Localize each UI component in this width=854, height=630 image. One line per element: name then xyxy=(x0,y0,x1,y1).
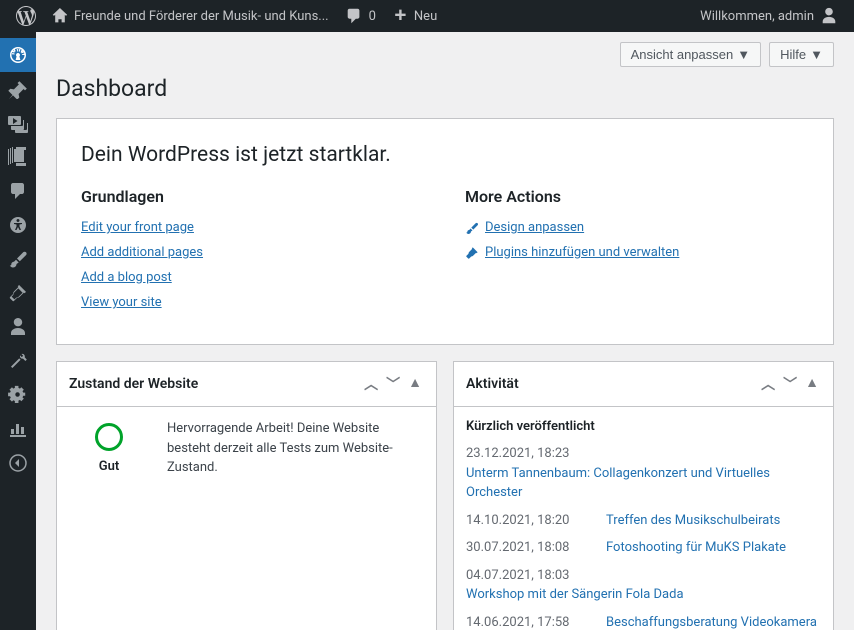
help-button[interactable]: Hilfe ▼ xyxy=(769,42,834,67)
comments-icon xyxy=(8,181,28,201)
pin-icon xyxy=(8,79,28,99)
wordpress-icon xyxy=(16,6,36,26)
activity-header: Aktivität ︿ ﹀ ▲ xyxy=(454,362,833,407)
plugin-icon xyxy=(465,246,479,260)
comment-icon xyxy=(345,7,363,25)
sidebar-item-settings[interactable] xyxy=(0,378,36,412)
link-add-pages[interactable]: Add additional pages xyxy=(81,245,425,260)
link-view-site[interactable]: View your site xyxy=(81,295,425,310)
site-health-status: Gut xyxy=(69,459,149,474)
media-icon xyxy=(8,113,28,133)
activity-post: 30.07.2021, 18:08 Fotoshooting für MuKS P… xyxy=(466,538,821,558)
main-content: Ansicht anpassen ▼ Hilfe ▼ Dashboard Dei… xyxy=(36,32,854,630)
sidebar-item-comments[interactable] xyxy=(0,174,36,208)
welcome-text: Willkommen, admin xyxy=(700,9,814,24)
post-date: 23.12.2021, 18:23 xyxy=(466,444,586,464)
post-date: 14.06.2021, 17:58 xyxy=(466,613,586,630)
welcome-basics-col: Grundlagen Edit your front page Add addi… xyxy=(81,187,425,320)
health-circle-icon xyxy=(95,423,123,451)
welcome-heading: Dein WordPress ist jetzt startklar. xyxy=(81,143,809,167)
post-link[interactable]: Unterm Tannenbaum: Collagenkonzert und V… xyxy=(466,464,821,503)
activity-title: Aktivität xyxy=(466,376,519,392)
wp-logo[interactable] xyxy=(8,0,44,32)
account-link[interactable]: Willkommen, admin xyxy=(692,0,846,32)
site-name-link[interactable]: Freunde und Förderer der Musik- und Kuns… xyxy=(44,0,337,32)
site-health-header: Zustand der Website ︿ ﹀ ▲ xyxy=(57,362,436,407)
user-icon xyxy=(820,7,838,25)
post-date: 04.07.2021, 18:03 xyxy=(466,566,586,586)
site-name-text: Freunde und Förderer der Musik- und Kuns… xyxy=(74,9,329,24)
sidebar-item-appearance[interactable] xyxy=(0,242,36,276)
admin-sidebar xyxy=(0,32,36,630)
admin-toolbar: Freunde und Förderer der Musik- und Kuns… xyxy=(0,0,854,32)
plus-icon xyxy=(392,8,408,24)
post-link[interactable]: Fotoshooting für MuKS Plakate xyxy=(606,538,786,558)
brush-icon xyxy=(8,249,28,269)
plugin-icon xyxy=(8,283,28,303)
sidebar-item-dashboard[interactable] xyxy=(0,38,36,72)
site-health-indicator: Gut xyxy=(69,419,149,474)
sidebar-item-posts[interactable] xyxy=(0,72,36,106)
sidebar-item-tools[interactable] xyxy=(0,344,36,378)
activity-post: 23.12.2021, 18:23Unterm Tannenbaum: Coll… xyxy=(466,444,821,503)
new-content-link[interactable]: Neu xyxy=(384,0,445,32)
home-icon xyxy=(52,8,68,24)
panel-down-icon[interactable]: ﹀ xyxy=(384,372,402,396)
comments-link[interactable]: 0 xyxy=(337,0,384,32)
basics-title: Grundlagen xyxy=(81,187,425,206)
link-edit-front-page[interactable]: Edit your front page xyxy=(81,220,425,235)
activity-post: 14.10.2021, 18:20 Treffen des Musikschulb… xyxy=(466,511,821,531)
sidebar-item-collapse[interactable] xyxy=(0,446,36,480)
sidebar-item-users[interactable] xyxy=(0,310,36,344)
accessibility-icon xyxy=(8,215,28,235)
panel-toggle-icon[interactable]: ▲ xyxy=(406,372,424,396)
post-link[interactable]: Workshop mit der Sängerin Fola Dada xyxy=(466,585,684,605)
settings-icon xyxy=(8,385,28,405)
comments-count: 0 xyxy=(369,9,376,24)
sidebar-item-plugins[interactable] xyxy=(0,276,36,310)
activity-post: 14.06.2021, 17:58 Beschaffungsberatung Vi… xyxy=(466,613,821,630)
post-link[interactable]: Beschaffungsberatung Videokamera xyxy=(606,613,817,630)
screen-options-button[interactable]: Ansicht anpassen ▼ xyxy=(620,42,762,67)
chevron-down-icon: ▼ xyxy=(810,47,823,62)
link-add-blog-post[interactable]: Add a blog post xyxy=(81,270,425,285)
sidebar-item-media[interactable] xyxy=(0,106,36,140)
sidebar-item-accessibility[interactable] xyxy=(0,208,36,242)
brush-icon xyxy=(465,221,479,235)
post-date: 14.10.2021, 18:20 xyxy=(466,511,586,531)
tools-icon xyxy=(8,351,28,371)
page-icon xyxy=(8,147,28,167)
panel-up-icon[interactable]: ︿ xyxy=(362,372,380,396)
link-manage-plugins[interactable]: Plugins hinzufügen und verwalten xyxy=(465,245,809,260)
users-icon xyxy=(8,317,28,337)
link-customize-design[interactable]: Design anpassen xyxy=(465,220,809,235)
welcome-more-col: More Actions Design anpassen Plugins hin… xyxy=(465,187,809,320)
panel-up-icon[interactable]: ︿ xyxy=(759,372,777,396)
chevron-down-icon: ▼ xyxy=(737,47,750,62)
new-label: Neu xyxy=(414,9,437,24)
collapse-icon xyxy=(8,453,28,473)
page-title: Dashboard xyxy=(56,75,834,102)
site-health-text: Hervorragende Arbeit! Deine Website best… xyxy=(167,419,424,478)
site-health-panel: Zustand der Website ︿ ﹀ ▲ Gut Hervorrage… xyxy=(56,361,437,630)
sidebar-item-stats[interactable] xyxy=(0,412,36,446)
activity-post: 04.07.2021, 18:03Workshop mit der Sänger… xyxy=(466,566,821,605)
recently-published-title: Kürzlich veröffentlicht xyxy=(466,419,821,434)
panel-down-icon[interactable]: ﹀ xyxy=(781,372,799,396)
dashboard-icon xyxy=(8,45,28,65)
sidebar-item-pages[interactable] xyxy=(0,140,36,174)
welcome-panel: Dein WordPress ist jetzt startklar. Grun… xyxy=(56,118,834,345)
stats-icon xyxy=(8,419,28,439)
site-health-title: Zustand der Website xyxy=(69,376,198,392)
post-link[interactable]: Treffen des Musikschulbeirats xyxy=(606,511,780,531)
panel-toggle-icon[interactable]: ▲ xyxy=(803,372,821,396)
activity-panel: Aktivität ︿ ﹀ ▲ Kürzlich veröffentlicht … xyxy=(453,361,834,630)
screen-meta: Ansicht anpassen ▼ Hilfe ▼ xyxy=(56,32,834,67)
post-date: 30.07.2021, 18:08 xyxy=(466,538,586,558)
more-actions-title: More Actions xyxy=(465,187,809,206)
